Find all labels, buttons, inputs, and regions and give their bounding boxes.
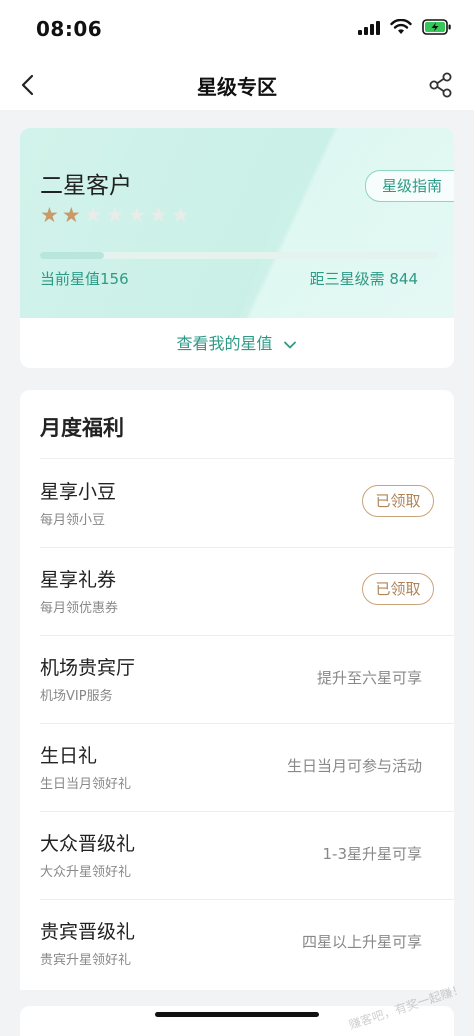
star-empty-icon: ★ xyxy=(83,203,103,227)
benefit-name: 星享礼券 xyxy=(40,569,117,591)
status-time: 08:06 xyxy=(36,17,103,41)
next-level-requirement: 距三星级需 844 xyxy=(309,270,418,288)
benefit-name: 星享小豆 xyxy=(40,481,117,503)
benefit-row[interactable]: 生日礼 生日当月领好礼 生日当月可参与活动 xyxy=(40,723,454,812)
star-guide-button[interactable]: 星级指南 xyxy=(364,170,454,202)
benefit-name: 大众晋级礼 xyxy=(40,833,136,855)
benefit-row[interactable]: 星享小豆 每月领小豆 已领取 xyxy=(40,459,454,548)
claimed-badge[interactable]: 已领取 xyxy=(362,573,434,605)
view-stars-label: 查看我的星值 xyxy=(176,334,273,353)
benefit-status: 四星以上升星可享 xyxy=(301,933,422,951)
benefit-desc: 每月领优惠券 xyxy=(40,601,119,616)
star-progress-bar xyxy=(40,252,438,259)
benefit-name: 生日礼 xyxy=(40,745,98,767)
view-my-stars-link[interactable]: 查看我的星值 xyxy=(20,330,454,354)
star-progress-fill xyxy=(40,252,104,259)
star-filled-icon: ★ xyxy=(40,203,59,227)
home-indicator xyxy=(155,1012,319,1017)
section-title: 月度福利 xyxy=(40,416,124,440)
share-button[interactable] xyxy=(426,70,456,100)
benefit-status: 1-3星升星可享 xyxy=(322,845,422,863)
status-bar: 08:06 xyxy=(0,0,474,60)
benefit-desc: 机场VIP服务 xyxy=(40,689,113,704)
benefit-row[interactable]: 贵宾晋级礼 贵宾升星领好礼 四星以上升星可享 xyxy=(40,899,454,987)
benefit-desc: 每月领小豆 xyxy=(40,513,106,528)
current-star-value: 当前星值156 xyxy=(40,270,129,288)
benefit-status: 提升至六星可享 xyxy=(316,669,422,687)
star-empty-icon: ★ xyxy=(127,203,147,227)
page-title: 星级专区 xyxy=(197,75,277,99)
benefit-desc: 生日当月领好礼 xyxy=(40,777,132,792)
benefit-row[interactable]: 星享礼券 每月领优惠券 已领取 xyxy=(40,547,454,636)
claimed-badge[interactable]: 已领取 xyxy=(362,485,434,517)
benefit-desc: 贵宾升星领好礼 xyxy=(40,953,132,968)
benefit-status: 生日当月可参与活动 xyxy=(286,757,422,775)
star-tier-card: 二星客户 星级指南 ★ ★ ★ ★ ★ ★ ★ 当前星值156 距三星级需 844 查看我的… xyxy=(20,128,454,368)
star-empty-icon: ★ xyxy=(149,203,168,227)
battery-charging-icon xyxy=(422,19,452,35)
nav-bar: 星级专区 xyxy=(0,60,474,110)
star-filled-icon: ★ xyxy=(61,203,81,227)
tier-name: 二星客户 xyxy=(40,173,132,199)
benefit-name: 机场贵宾厅 xyxy=(40,657,136,679)
monthly-benefits-card: 月度福利 星享小豆 每月领小豆 已领取 星享礼券 每月领优惠券 已领取 机场贵宾… xyxy=(20,390,454,990)
benefit-name: 贵宾晋级礼 xyxy=(40,921,136,943)
star-rating: ★ ★ ★ ★ ★ ★ ★ xyxy=(40,204,190,226)
wifi-icon xyxy=(390,19,412,35)
star-empty-icon: ★ xyxy=(105,203,125,227)
star-empty-icon: ★ xyxy=(170,203,190,227)
benefit-desc: 大众升星领好礼 xyxy=(40,865,132,880)
benefit-row[interactable]: 大众晋级礼 大众升星领好礼 1-3星升星可享 xyxy=(40,811,454,900)
benefit-row[interactable]: 机场贵宾厅 机场VIP服务 提升至六星可享 xyxy=(40,635,454,724)
status-icons xyxy=(358,19,452,35)
signal-icon xyxy=(358,19,380,35)
share-icon xyxy=(429,72,452,98)
chevron-down-icon xyxy=(283,341,296,348)
